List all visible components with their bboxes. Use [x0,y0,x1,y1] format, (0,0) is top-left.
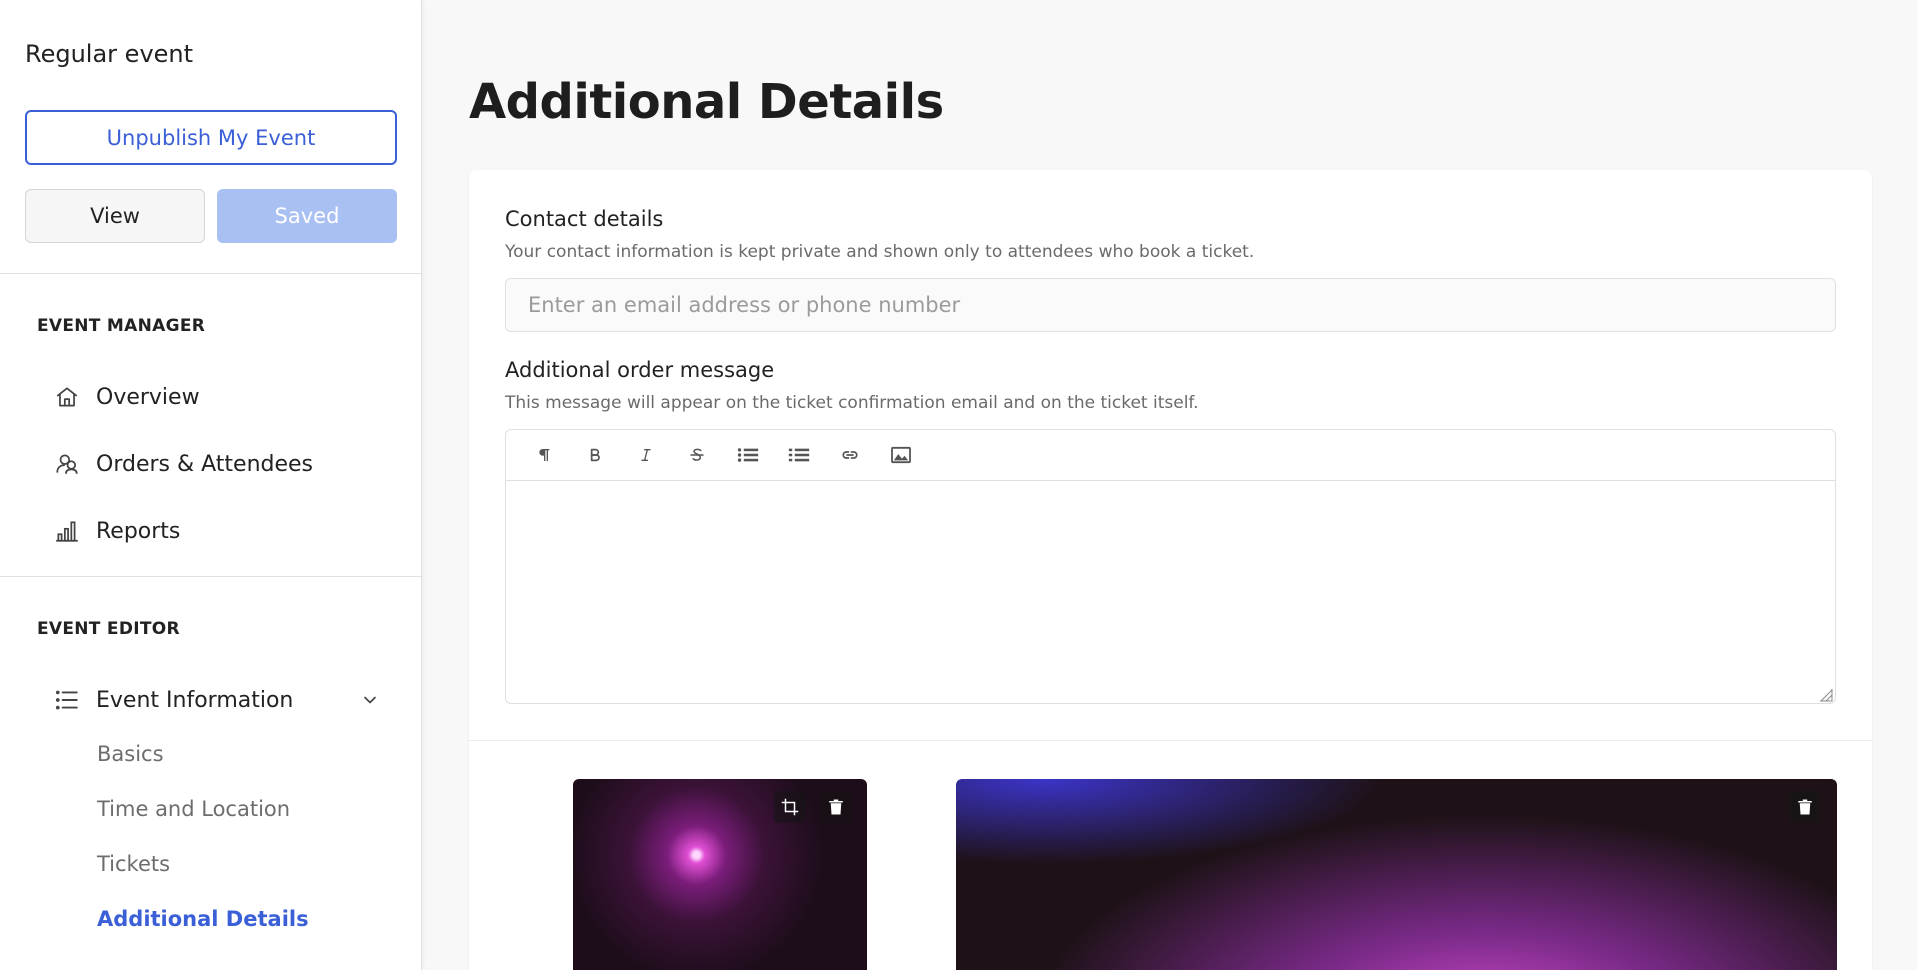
sidebar-item-label: Orders & Attendees [96,451,314,477]
chevron-down-icon[interactable] [360,690,380,714]
resize-handle-icon[interactable] [1819,687,1833,702]
trash-icon[interactable] [820,791,852,823]
sidebar-divider [0,273,421,274]
order-message-editor[interactable] [505,480,1836,704]
concert-image-large[interactable] [956,779,1837,970]
sidebar-item-label: Overview [96,384,200,410]
order-message-label: Additional order message [505,358,775,382]
contact-details-label: Contact details [505,207,664,231]
event-type-label: Regular event [25,40,194,68]
numbered-list-icon[interactable] [773,430,824,481]
trash-icon[interactable] [1789,791,1821,823]
sidebar-item-reports[interactable]: Reports [50,509,400,553]
attendees-icon [50,447,84,481]
bullet-list-icon[interactable] [722,430,773,481]
strikethrough-icon[interactable] [671,430,722,481]
link-icon[interactable] [824,430,875,481]
paragraph-icon[interactable] [518,430,569,481]
sidebar-item-label: Reports [96,518,181,544]
bar-chart-icon [50,514,84,548]
event-editor-heading: EVENT EDITOR [37,619,180,639]
sidebar-subitem-tickets[interactable]: Tickets [97,852,170,876]
event-manager-heading: EVENT MANAGER [37,316,206,336]
sidebar-subitem-basics[interactable]: Basics [97,742,164,766]
image-icon[interactable] [875,430,926,481]
home-icon [50,380,84,414]
contact-details-help: Your contact information is kept private… [505,242,1255,262]
editor-toolbar [505,429,1836,480]
sidebar-subitem-time-location[interactable]: Time and Location [97,797,290,821]
sidebar-subitem-additional-details[interactable]: Additional Details [97,907,309,931]
sidebar-item-label: Event Information [96,687,294,713]
sidebar-item-overview[interactable]: Overview [50,375,400,419]
card-divider [469,740,1872,741]
sidebar-divider [0,576,421,577]
sidebar-item-orders-attendees[interactable]: Orders & Attendees [50,442,400,486]
italic-icon[interactable] [620,430,671,481]
bold-icon[interactable] [569,430,620,481]
sidebar-item-event-information[interactable]: Event Information [50,678,400,722]
saved-button: Saved [217,189,397,243]
unpublish-button[interactable]: Unpublish My Event [25,110,397,165]
crop-icon[interactable] [774,791,806,823]
order-message-help: This message will appear on the ticket c… [505,393,1199,413]
page-title: Additional Details [469,74,944,130]
contact-input[interactable] [505,278,1836,332]
concert-image-small[interactable] [573,779,867,970]
list-icon [50,683,84,717]
view-button[interactable]: View [25,189,205,243]
sidebar: Regular event Unpublish My Event View Sa… [0,0,422,970]
